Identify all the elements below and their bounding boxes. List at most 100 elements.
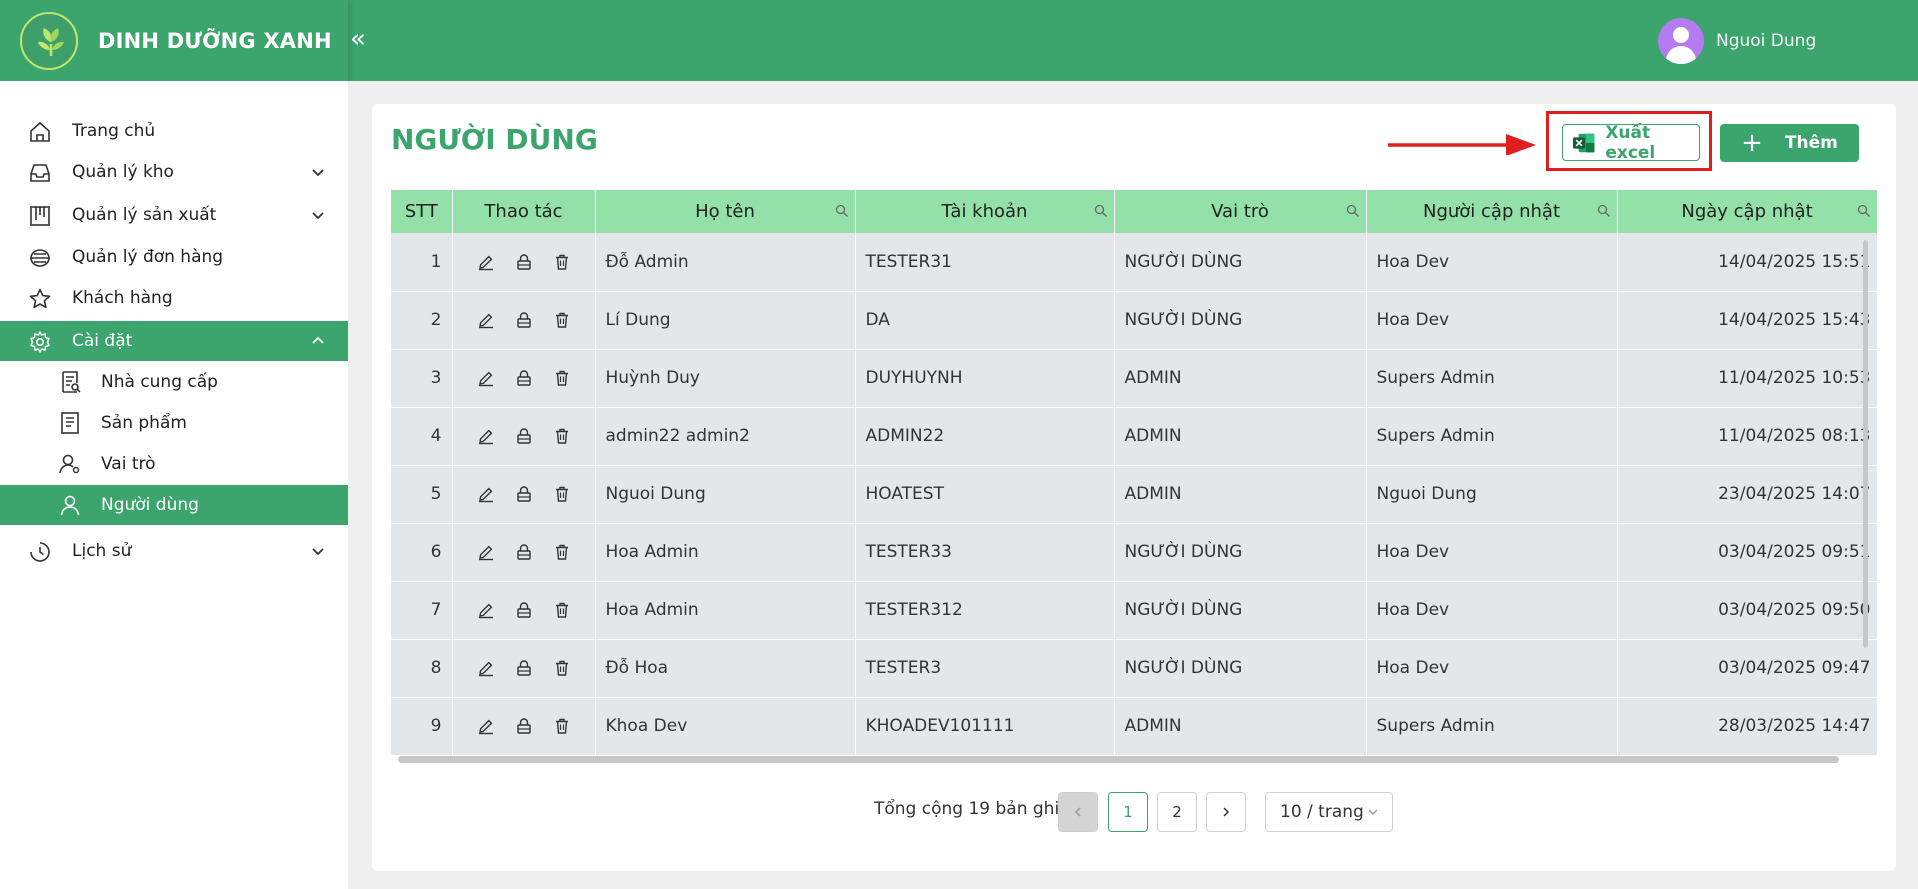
sidebar-item-label: Khách hàng: [72, 288, 173, 308]
user-menu[interactable]: Nguoi Dung: [1658, 0, 1918, 81]
table-row[interactable]: 5 Nguoi Dung HOATEST ADMIN Nguoi Dung 23/04/2…: [391, 465, 1877, 524]
column-header-name[interactable]: Họ tên: [595, 190, 856, 233]
production-icon: [30, 206, 50, 226]
trash-icon[interactable]: [553, 659, 571, 677]
settings-icon: [30, 331, 50, 353]
trash-icon[interactable]: [553, 369, 571, 387]
table-row[interactable]: 1 Đỗ Admin TESTER31 NGƯỜI DÙNG Hoa Dev 14/04/…: [391, 233, 1877, 292]
cell-actions: [452, 233, 596, 292]
table-row[interactable]: 3 Huỳnh Duy DUYHUYNH ADMIN Supers Admin 11/04…: [391, 349, 1877, 408]
cell-actions: [452, 639, 596, 698]
edit-icon[interactable]: [477, 427, 495, 445]
lock-icon[interactable]: [515, 369, 533, 387]
search-icon[interactable]: [1597, 204, 1611, 218]
trash-icon[interactable]: [553, 253, 571, 271]
inbox-icon: [30, 164, 50, 182]
search-icon[interactable]: [1857, 204, 1871, 218]
page-2-button[interactable]: 2: [1157, 792, 1197, 832]
search-icon[interactable]: [1346, 204, 1360, 218]
edit-icon[interactable]: [477, 253, 495, 271]
search-icon[interactable]: [835, 204, 849, 218]
edit-icon[interactable]: [477, 717, 495, 735]
lock-icon[interactable]: [515, 601, 533, 619]
prev-page-button[interactable]: [1058, 792, 1098, 832]
cell-role: ADMIN: [1114, 697, 1367, 756]
sidebar-item-trang-chu[interactable]: Trang chủ: [0, 111, 348, 151]
edit-icon[interactable]: [477, 543, 495, 561]
table-row[interactable]: 2 Lí Dung DA NGƯỜI DÙNG Hoa Dev 14/04/2025 15…: [391, 291, 1877, 350]
export-excel-button[interactable]: Xuất excel: [1562, 123, 1700, 163]
sidebar-item-khach-hang[interactable]: Khách hàng: [0, 278, 348, 318]
page-size-select[interactable]: 10 / trang: [1265, 792, 1393, 832]
brand-name: DINH DƯỠNG XANH: [98, 28, 332, 53]
page-size-value: 10 / trang: [1280, 802, 1364, 822]
cell-account: TESTER3: [855, 639, 1115, 698]
sidebar-item-cai-dat[interactable]: Cài đặt: [0, 321, 348, 361]
column-header-account[interactable]: Tài khoản: [855, 190, 1115, 233]
avatar: [1658, 17, 1704, 64]
sidebar-subitem-vai-tro[interactable]: Vai trò: [0, 444, 348, 484]
cell-actions: [452, 581, 596, 640]
trash-icon[interactable]: [553, 543, 571, 561]
lock-icon[interactable]: [515, 427, 533, 445]
edit-icon[interactable]: [477, 311, 495, 329]
cell-account: DUYHUYNH: [855, 349, 1115, 408]
lock-icon[interactable]: [515, 253, 533, 271]
table-row[interactable]: 4 admin22 admin2 ADMIN22 ADMIN Supers Admin 1…: [391, 407, 1877, 466]
edit-icon[interactable]: [477, 485, 495, 503]
sidebar-subitem-nguoi-dung[interactable]: Người dùng: [0, 485, 348, 525]
sidebar-item-label: Cài đặt: [72, 331, 133, 351]
sidebar-item-quan-ly-don-hang[interactable]: Quản lý đơn hàng: [0, 237, 348, 277]
table-row[interactable]: 8 Đỗ Hoa TESTER3 NGƯỜI DÙNG Hoa Dev 03/04/202…: [391, 639, 1877, 698]
edit-icon[interactable]: [477, 659, 495, 677]
cell-stt: 2: [391, 291, 453, 350]
cell-role: ADMIN: [1114, 465, 1367, 524]
cell-actions: [452, 465, 596, 524]
page-title: NGƯỜI DÙNG: [391, 123, 598, 156]
cell-role: NGƯỜI DÙNG: [1114, 639, 1367, 698]
trash-icon[interactable]: [553, 717, 571, 735]
lock-icon[interactable]: [515, 717, 533, 735]
add-button[interactable]: + Thêm: [1720, 124, 1859, 162]
trash-icon[interactable]: [553, 427, 571, 445]
trash-icon[interactable]: [553, 601, 571, 619]
sidebar-subitem-san-pham[interactable]: Sản phẩm: [0, 403, 348, 443]
vertical-scrollbar[interactable]: [1863, 240, 1868, 648]
sidebar-item-quan-ly-kho[interactable]: Quản lý kho: [0, 152, 348, 192]
sidebar-item-label: Người dùng: [101, 495, 199, 515]
role-icon: [59, 454, 80, 474]
column-header-role[interactable]: Vai trò: [1114, 190, 1367, 233]
table-row[interactable]: 7 Hoa Admin TESTER312 NGƯỜI DÙNG Hoa Dev 03/0…: [391, 581, 1877, 640]
page-1-button[interactable]: 1: [1108, 792, 1148, 832]
table-row[interactable]: 6 Hoa Admin TESTER33 NGƯỜI DÙNG Hoa Dev 03/04…: [391, 523, 1877, 582]
brand[interactable]: DINH DƯỠNG XANH: [0, 0, 348, 81]
table-header-row: STT Thao tác Họ tên Tài khoản Vai trò Ng…: [391, 190, 1877, 233]
horizontal-scrollbar[interactable]: [398, 756, 1839, 763]
lock-icon[interactable]: [515, 311, 533, 329]
sidebar-subitem-nha-cung-cap[interactable]: Nhà cung cấp: [0, 362, 348, 402]
table-row[interactable]: 9 Khoa Dev KHOADEV101111 ADMIN Supers Admin 2…: [391, 697, 1877, 756]
logo: [20, 11, 78, 70]
lock-icon[interactable]: [515, 659, 533, 677]
lock-icon[interactable]: [515, 485, 533, 503]
cell-stt: 8: [391, 639, 453, 698]
cell-actions: [452, 697, 596, 756]
column-header-updated-by[interactable]: Người cập nhật: [1366, 190, 1618, 233]
sidebar-item-quan-ly-san-xuat[interactable]: Quản lý sản xuất: [0, 195, 348, 235]
lock-icon[interactable]: [515, 543, 533, 561]
column-header-actions: Thao tác: [452, 190, 596, 233]
edit-icon[interactable]: [477, 601, 495, 619]
trash-icon[interactable]: [553, 311, 571, 329]
sidebar-item-lich-su[interactable]: Lịch sử: [0, 531, 348, 571]
trash-icon[interactable]: [553, 485, 571, 503]
collapse-sidebar-icon[interactable]: «: [350, 24, 370, 54]
next-page-button[interactable]: [1206, 792, 1246, 832]
sidebar-item-label: Lịch sử: [72, 541, 132, 561]
search-icon[interactable]: [1094, 204, 1108, 218]
column-header-updated-at[interactable]: Ngày cập nhật: [1617, 190, 1877, 233]
cell-name: Huỳnh Duy: [595, 349, 856, 408]
cell-updated-by: Hoa Dev: [1366, 523, 1618, 582]
cell-updated-at: 03/04/2025 09:50: [1617, 581, 1877, 640]
cell-role: NGƯỜI DÙNG: [1114, 291, 1367, 350]
edit-icon[interactable]: [477, 369, 495, 387]
